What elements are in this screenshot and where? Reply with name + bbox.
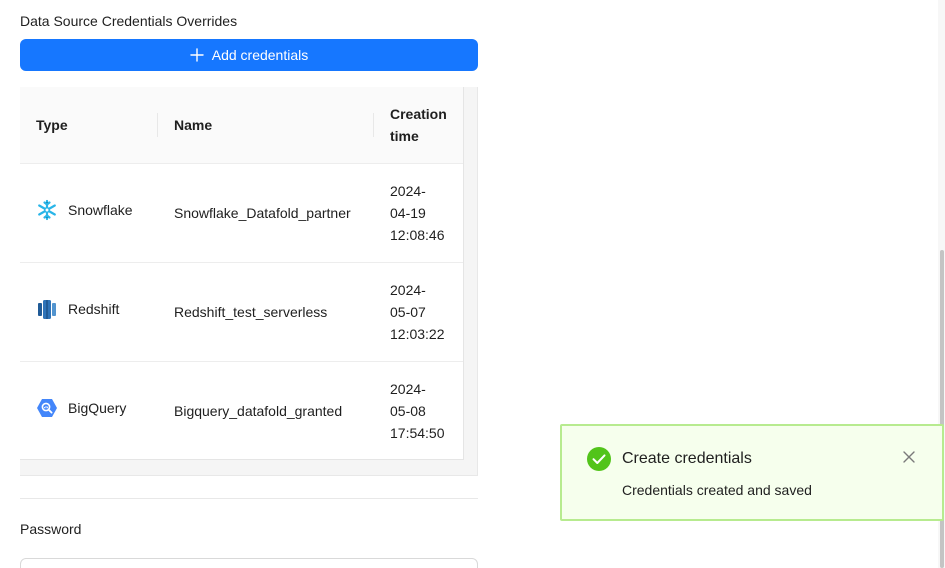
type-label: BigQuery [68, 400, 127, 416]
table-row[interactable]: BigQuery Bigquery_datafold_granted 2024-… [20, 362, 463, 459]
add-credentials-button[interactable]: Add credentials [20, 39, 478, 71]
column-header-type[interactable]: Type [36, 114, 68, 136]
column-header-name[interactable]: Name [174, 114, 212, 136]
redshift-icon [38, 300, 56, 319]
creation-time-cell: 2024- 05-08 17:54:50 [390, 381, 445, 441]
add-credentials-label: Add credentials [211, 47, 309, 63]
type-cell: Redshift [36, 298, 119, 320]
notification-title: Create credentials [622, 450, 752, 467]
password-input[interactable] [20, 558, 478, 568]
snowflake-icon [38, 199, 56, 221]
column-header-creation-time[interactable]: Creation time [390, 103, 447, 147]
column-separator [157, 113, 158, 137]
type-cell: Snowflake [36, 199, 133, 221]
success-notification: Create credentials Credentials created a… [560, 424, 944, 521]
table-row[interactable]: Redshift Redshift_test_serverless 2024- … [20, 263, 463, 362]
close-icon[interactable] [902, 450, 916, 464]
bigquery-icon [37, 399, 57, 417]
credentials-table: Type Name Creation time Snowflake Snowfl… [20, 87, 464, 460]
type-label: Redshift [68, 301, 120, 317]
name-cell: Redshift_test_serverless [174, 304, 328, 320]
check-circle-icon [587, 447, 611, 471]
creation-time-cell: 2024- 05-07 12:03:22 [390, 282, 445, 342]
type-label: Snowflake [68, 202, 133, 218]
password-label: Password [20, 521, 82, 537]
creation-time-cell: 2024- 04-19 12:08:46 [390, 183, 445, 243]
notification-description: Credentials created and saved [622, 482, 812, 498]
type-cell: BigQuery [36, 397, 126, 419]
column-separator [373, 113, 374, 137]
section-divider [20, 498, 478, 499]
plus-icon [190, 48, 204, 62]
credentials-table-container: Type Name Creation time Snowflake Snowfl… [20, 87, 478, 476]
table-row[interactable]: Snowflake Snowflake_Datafold_partner 202… [20, 164, 463, 263]
name-cell: Bigquery_datafold_granted [174, 403, 343, 419]
name-cell: Snowflake_Datafold_partner [174, 205, 351, 221]
table-header: Type Name Creation time [20, 87, 463, 164]
section-title: Data Source Credentials Overrides [20, 13, 238, 29]
